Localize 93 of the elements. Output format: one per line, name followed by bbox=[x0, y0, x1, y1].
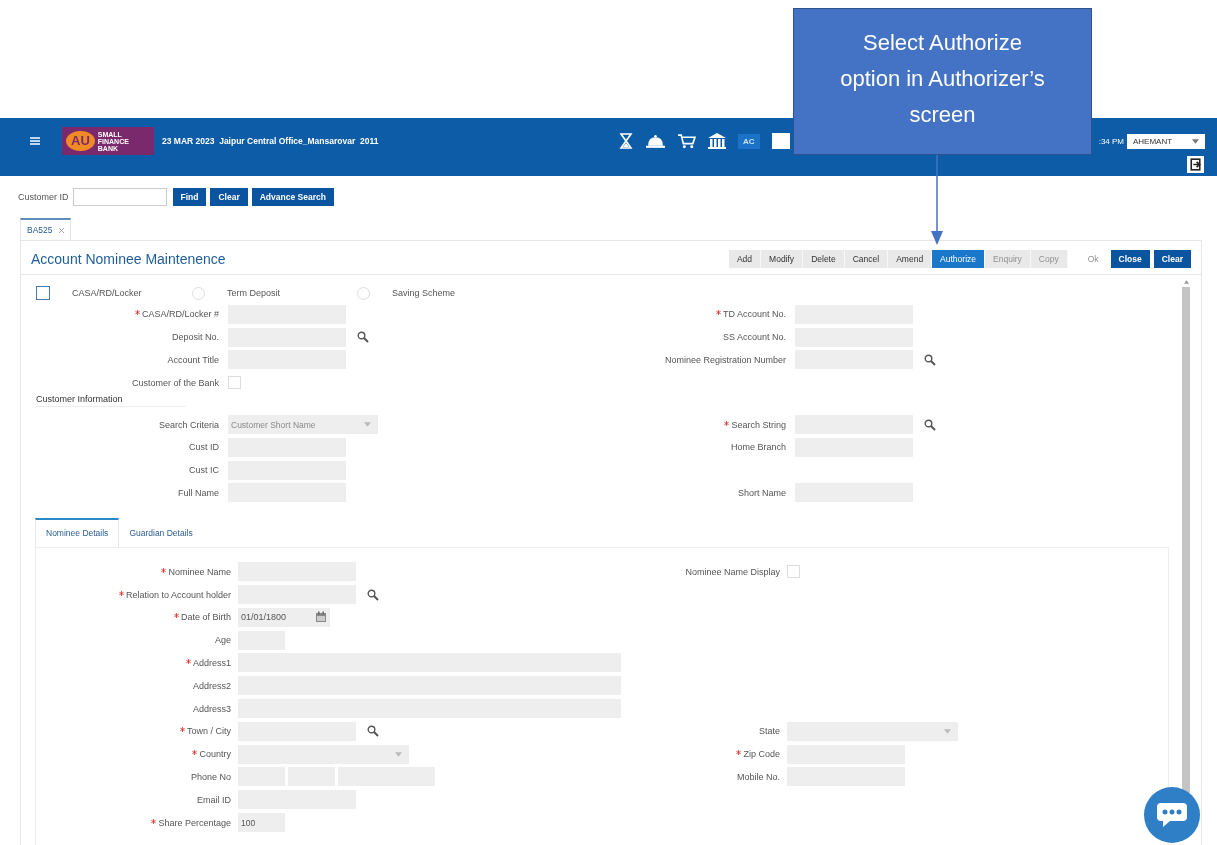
toolbar-button[interactable]: Amend bbox=[888, 250, 933, 268]
tab-label: BA525 bbox=[27, 225, 53, 235]
date-field[interactable]: 01/01/1800 bbox=[238, 607, 330, 627]
field-label: Date of Birth bbox=[180, 612, 231, 623]
field-label: Share Percentage bbox=[158, 817, 231, 828]
calendar-icon[interactable] bbox=[315, 611, 327, 624]
search-button[interactable]: Advance Search bbox=[251, 188, 334, 206]
field-label: Full Name bbox=[178, 487, 219, 498]
field-label: Nominee Name bbox=[168, 566, 231, 577]
section-heading: Customer Information bbox=[36, 394, 186, 408]
field-label: Town / City bbox=[187, 726, 231, 737]
search-button[interactable]: Find bbox=[172, 188, 207, 206]
search-icon[interactable] bbox=[367, 588, 379, 601]
field-label: Customer of the Bank bbox=[131, 377, 219, 388]
close-icon[interactable] bbox=[58, 227, 64, 233]
toolbar-button[interactable]: Cancel bbox=[844, 250, 889, 268]
panel-title: Account Nominee Maintenence bbox=[31, 251, 226, 267]
bank-icon[interactable] bbox=[708, 133, 726, 149]
field-label: Address1 bbox=[192, 657, 231, 668]
scroll-up-icon[interactable] bbox=[1183, 280, 1189, 284]
field-label: Email ID bbox=[197, 794, 231, 805]
required-icon bbox=[173, 613, 179, 619]
required-icon bbox=[180, 727, 185, 733]
caret-icon bbox=[944, 728, 951, 734]
toolbar-button[interactable]: Delete bbox=[803, 250, 845, 268]
search-icon[interactable] bbox=[367, 725, 379, 738]
select-field[interactable] bbox=[787, 721, 958, 741]
field-label: Deposit No. bbox=[171, 332, 219, 343]
required-icon bbox=[151, 818, 157, 824]
callout-box: Select Authorize option in Authorizer’s screen bbox=[793, 8, 1092, 155]
option-label: CASA/RD/Locker bbox=[72, 288, 143, 298]
required-icon bbox=[715, 310, 721, 316]
field-label: Phone No bbox=[190, 771, 231, 782]
toolbar-button[interactable]: Clear bbox=[1153, 250, 1191, 268]
field-label: Country bbox=[199, 749, 231, 760]
cart-icon[interactable] bbox=[677, 133, 696, 149]
field-label: Address3 bbox=[192, 703, 231, 714]
field-label: Short Name bbox=[737, 487, 786, 498]
select-field[interactable]: Customer Short Name bbox=[228, 415, 378, 435]
clock-time: :34 PM bbox=[1098, 136, 1124, 146]
field-label: Cust ID bbox=[189, 442, 219, 453]
field-label: Mobile No. bbox=[736, 771, 780, 782]
field-label: Search String bbox=[731, 419, 786, 430]
branch-badge[interactable]: AC bbox=[738, 133, 760, 149]
search-icon[interactable] bbox=[924, 418, 936, 431]
search-icon[interactable] bbox=[357, 331, 369, 344]
toolbar-button[interactable]: Authorize bbox=[932, 250, 986, 268]
field-label: Zip Code bbox=[743, 749, 780, 760]
field-label: Nominee Registration Number bbox=[664, 355, 786, 365]
required-icon bbox=[118, 590, 124, 596]
detail-tab[interactable]: Nominee Details bbox=[35, 518, 120, 548]
logout-icon[interactable] bbox=[1187, 156, 1204, 173]
field-label: Age bbox=[215, 635, 231, 646]
toolbar-button[interactable]: Close bbox=[1110, 250, 1150, 268]
toolbar-button[interactable]: Add bbox=[728, 250, 762, 268]
menu-icon[interactable] bbox=[30, 136, 40, 146]
field-label: CASA/RD/Locker # bbox=[141, 309, 219, 320]
caret-icon bbox=[1192, 138, 1199, 144]
toolbar-button[interactable]: Modify bbox=[761, 250, 804, 268]
hourglass-icon[interactable] bbox=[618, 133, 634, 149]
required-icon bbox=[161, 567, 167, 573]
input-field[interactable] bbox=[72, 188, 167, 206]
screen-tab[interactable]: BA525 bbox=[20, 218, 71, 240]
field-label: Search Criteria bbox=[158, 419, 219, 430]
required-icon bbox=[724, 420, 730, 426]
search-icon[interactable] bbox=[924, 354, 936, 366]
field-label: Nominee Name Display bbox=[685, 566, 780, 577]
field-label: Account Title bbox=[167, 355, 219, 365]
search-field[interactable] bbox=[771, 133, 790, 149]
required-icon bbox=[736, 750, 742, 756]
field-label: State bbox=[759, 726, 780, 737]
required-icon bbox=[192, 750, 198, 756]
search-button[interactable]: Clear bbox=[210, 188, 248, 206]
input-field[interactable]: 100 bbox=[238, 813, 285, 833]
field-label: Relation to Account holder bbox=[125, 589, 231, 600]
chat-icon[interactable] bbox=[1144, 787, 1200, 843]
user-dropdown[interactable]: AHEMANT bbox=[1127, 133, 1205, 149]
bell-icon[interactable] bbox=[646, 133, 665, 149]
caret-icon bbox=[395, 751, 402, 757]
field-label: SS Account No. bbox=[722, 332, 786, 343]
required-icon bbox=[134, 310, 140, 316]
field-label: Cust IC bbox=[189, 465, 219, 476]
branch-info: 23 MAR 2023 Jaipur Central Office_Mansarovar 2011 bbox=[162, 136, 379, 146]
caret-icon bbox=[364, 422, 371, 428]
select-field[interactable] bbox=[238, 744, 409, 764]
field-label: TD Account No. bbox=[722, 309, 786, 320]
field-label: Address2 bbox=[192, 680, 231, 691]
option-label: Term Deposit bbox=[227, 288, 281, 298]
required-icon bbox=[185, 658, 191, 664]
checkbox[interactable] bbox=[36, 286, 50, 300]
option-label: Saving Scheme bbox=[392, 288, 456, 298]
field-label: Home Branch bbox=[730, 442, 786, 453]
field-label: Customer ID bbox=[18, 192, 69, 202]
